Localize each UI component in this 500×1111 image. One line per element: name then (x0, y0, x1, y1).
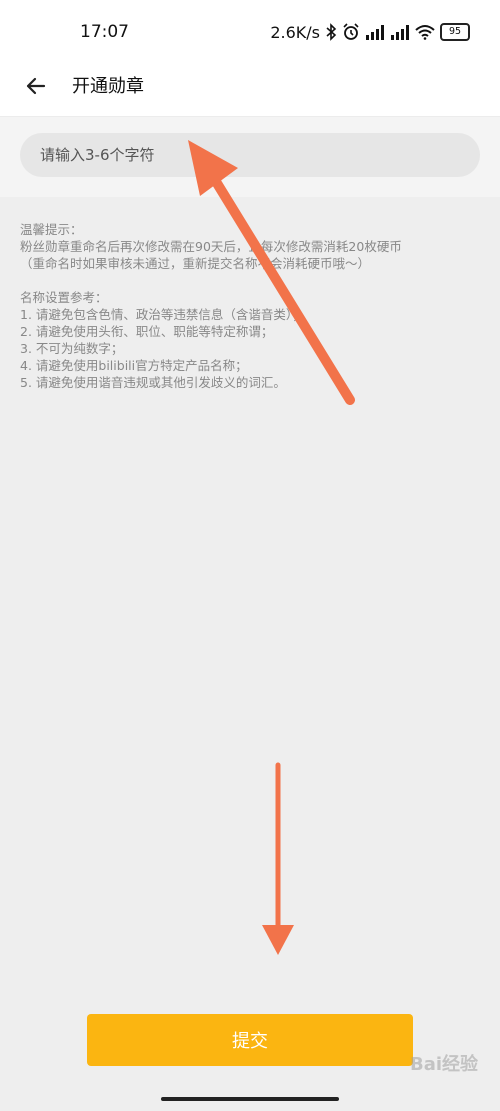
bluetooth-icon (326, 23, 337, 41)
tips-line: 粉丝勋章重命名后再次修改需在90天后，且每次修改需消耗20枚硬币 (20, 239, 402, 254)
home-indicator (161, 1097, 339, 1101)
arrow-left-icon (26, 77, 46, 95)
app-header: 开通勋章 (0, 60, 500, 117)
wifi-icon (415, 25, 435, 40)
rule-item: 4. 请避免使用bilibili官方特定产品名称； (20, 358, 248, 373)
signal-icon (391, 25, 409, 40)
reference-heading: 名称设置参考： (20, 290, 108, 305)
status-time: 17:07 (80, 22, 129, 42)
page-title: 开通勋章 (72, 76, 144, 97)
network-speed: 2.6K/s (270, 22, 320, 42)
status-bar: 17:07 2.6K/s 95 (0, 0, 500, 60)
status-icons: 2.6K/s 95 (270, 20, 470, 44)
signal-icon (366, 25, 384, 40)
alarm-icon (343, 23, 359, 40)
watermark: Bai经验 (410, 1054, 479, 1075)
input-area (0, 117, 500, 197)
content-area: 温馨提示： 粉丝勋章重命名后再次修改需在90天后，且每次修改需消耗20枚硬币 （… (0, 197, 500, 1111)
tips-section: 温馨提示： 粉丝勋章重命名后再次修改需在90天后，且每次修改需消耗20枚硬币 （… (20, 221, 490, 391)
tips-heading: 温馨提示： (20, 222, 83, 237)
battery-icon: 95 (440, 23, 470, 41)
medal-name-input[interactable] (20, 133, 480, 177)
rule-item: 5. 请避免使用谐音违规或其他引发歧义的词汇。 (20, 375, 286, 390)
submit-button[interactable]: 提交 (87, 1014, 413, 1066)
rule-item: 3. 不可为纯数字； (20, 341, 124, 356)
back-button[interactable] (20, 70, 52, 102)
rule-item: 1. 请避免包含色情、政治等违禁信息（含谐音类）； (20, 307, 305, 322)
tips-line: （重命名时如果审核未通过，重新提交名称不会消耗硬币哦～） (20, 256, 371, 271)
rule-item: 2. 请避免使用头衔、职位、职能等特定称谓； (20, 324, 274, 339)
